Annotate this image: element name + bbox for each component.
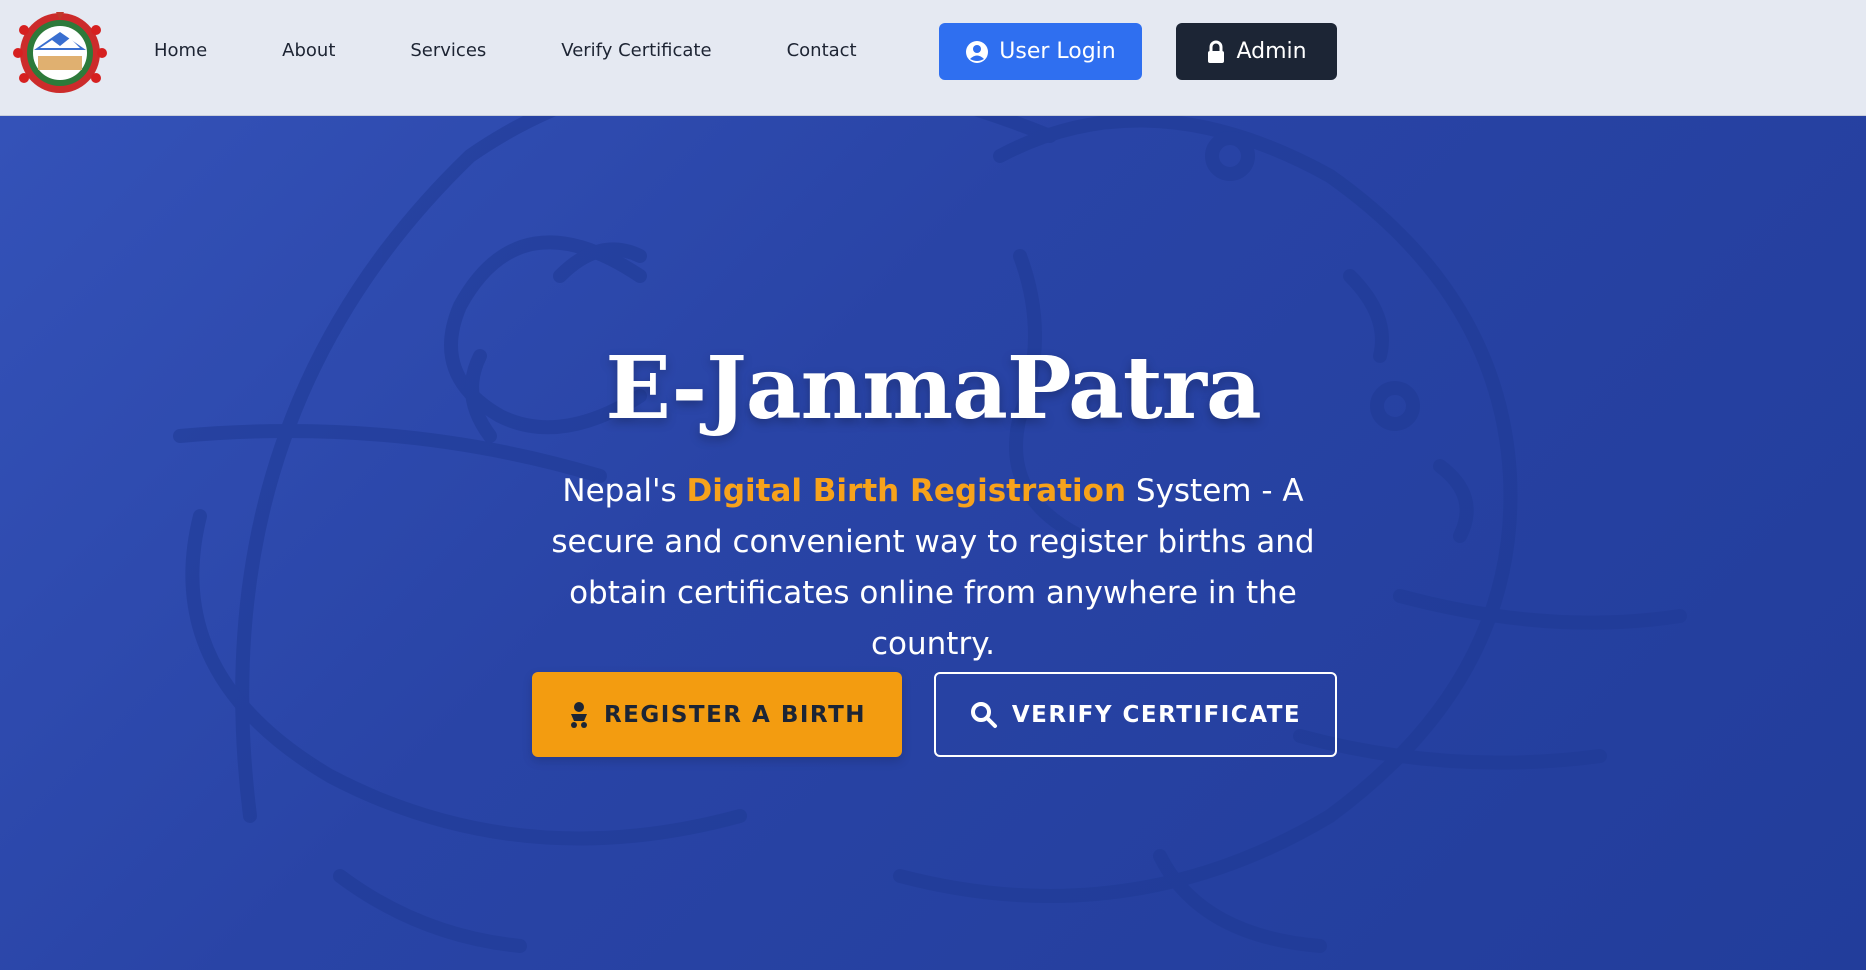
nav-verify-certificate[interactable]: Verify Certificate (561, 40, 711, 61)
admin-button[interactable]: Admin (1176, 23, 1337, 80)
hero-section: E-JanmaPatra Nepal's Digital Birth Regis… (0, 116, 1866, 970)
verify-certificate-button[interactable]: VERIFY CERTIFICATE (934, 672, 1337, 757)
nav-about[interactable]: About (282, 40, 335, 61)
search-icon (970, 701, 998, 729)
nepal-emblem-logo[interactable] (4, 8, 116, 94)
subtitle-highlight: Digital Birth Registration (686, 473, 1127, 509)
nav-home[interactable]: Home (154, 40, 207, 61)
nav-contact[interactable]: Contact (787, 40, 857, 61)
user-login-button[interactable]: User Login (939, 23, 1142, 80)
nav-links: Home About Services Verify Certificate C… (154, 0, 932, 100)
user-circle-icon (965, 40, 989, 64)
top-navbar: Home About Services Verify Certificate C… (0, 0, 1866, 116)
lock-icon (1206, 40, 1226, 64)
baby-icon (568, 701, 590, 729)
hero-title: E-JanmaPatra (605, 338, 1261, 439)
admin-label: Admin (1236, 39, 1307, 64)
nav-services[interactable]: Services (410, 40, 486, 61)
user-login-label: User Login (999, 39, 1116, 64)
subtitle-prefix: Nepal's (562, 473, 687, 509)
register-birth-button[interactable]: REGISTER A BIRTH (532, 672, 902, 757)
verify-certificate-label: VERIFY CERTIFICATE (1011, 701, 1302, 728)
register-birth-label: REGISTER A BIRTH (603, 701, 867, 728)
hero-subtitle: Nepal's Digital Birth Registration Syste… (513, 466, 1353, 670)
